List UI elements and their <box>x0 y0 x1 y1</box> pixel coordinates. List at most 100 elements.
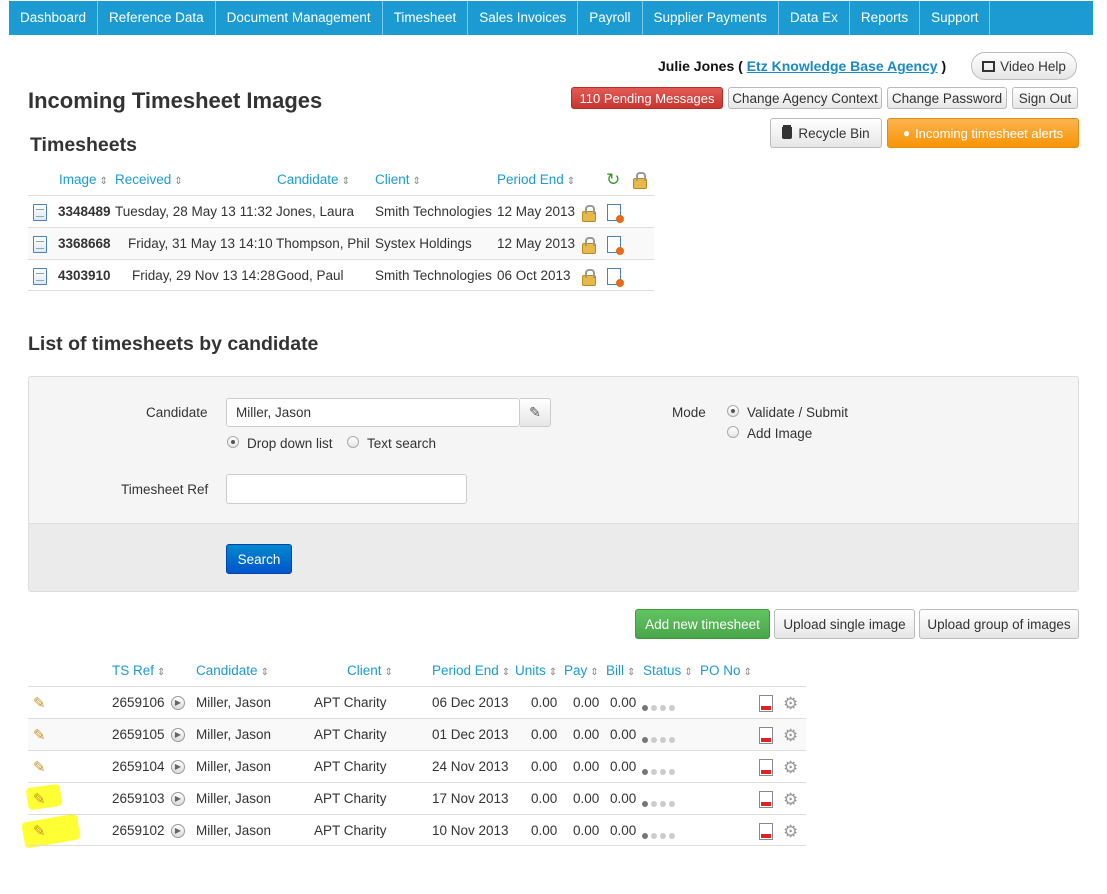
sort-icon: ⇕ <box>384 667 393 678</box>
pencil-icon[interactable]: ✎ <box>33 728 46 743</box>
col-candidate[interactable]: Candidate ⇕ <box>196 663 269 678</box>
table-row: ✎ 2659105 ▶ Miller, Jason APT Charity 01… <box>28 718 806 750</box>
document-delete-icon[interactable] <box>607 268 624 287</box>
play-icon[interactable]: ▶ <box>171 792 185 806</box>
pending-messages-button[interactable]: 110 Pending Messages <box>571 87 723 109</box>
pdf-icon[interactable] <box>759 823 773 840</box>
nav-reports[interactable]: Reports <box>850 1 921 35</box>
play-icon[interactable]: ▶ <box>171 696 185 710</box>
document-icon <box>33 268 47 285</box>
pay-cell: 0.00 <box>573 727 600 742</box>
candidate-field[interactable]: Miller, Jason <box>226 398 520 427</box>
nav-data-ex[interactable]: Data Ex <box>779 1 850 35</box>
image-link[interactable]: 3368668 <box>58 236 111 251</box>
period-end-cell: 17 Nov 2013 <box>432 791 509 806</box>
nav-reference-data[interactable]: Reference Data <box>98 1 216 35</box>
col-units[interactable]: Units ⇕ <box>515 663 557 678</box>
image-link[interactable]: 3348489 <box>58 204 111 219</box>
search-panel: Candidate Miller, Jason ✎ Drop down list… <box>28 376 1079 592</box>
bill-cell: 0.00 <box>610 791 637 806</box>
col-image[interactable]: Image ⇕ <box>59 172 108 187</box>
client-cell: APT Charity <box>314 823 387 838</box>
recycle-bin-button[interactable]: Recycle Bin <box>770 118 882 148</box>
upload-single-image-button[interactable]: Upload single image <box>774 609 915 639</box>
nav-supplier-payments[interactable]: Supplier Payments <box>643 1 779 35</box>
candidate-cell: Miller, Jason <box>196 759 272 774</box>
col-bill[interactable]: Bill ⇕ <box>606 663 635 678</box>
candidate-cell: Miller, Jason <box>196 791 272 806</box>
sort-icon: ⇕ <box>260 667 269 678</box>
col-client[interactable]: Client ⇕ <box>347 663 393 678</box>
nav-dashboard[interactable]: Dashboard <box>9 1 99 35</box>
nav-sales-invoices[interactable]: Sales Invoices <box>468 1 579 35</box>
video-help-button[interactable]: Video Help <box>971 52 1077 80</box>
sign-out-button[interactable]: Sign Out <box>1012 87 1078 109</box>
col-client[interactable]: Client ⇕ <box>375 172 421 187</box>
gear-icon[interactable]: ⚙ <box>783 759 798 776</box>
validate-submit-radio[interactable] <box>727 405 739 417</box>
timesheet-ref-label: Timesheet Ref <box>121 482 209 497</box>
incoming-alerts-button[interactable]: ● Incoming timesheet alerts <box>887 118 1079 148</box>
lock-icon[interactable] <box>633 172 647 189</box>
video-help-label: Video Help <box>1000 58 1066 74</box>
bill-cell: 0.00 <box>610 759 637 774</box>
upload-group-images-button[interactable]: Upload group of images <box>919 609 1079 639</box>
lock-icon[interactable] <box>582 237 596 254</box>
play-icon[interactable]: ▶ <box>171 824 185 838</box>
pencil-icon[interactable]: ✎ <box>33 792 46 807</box>
nav-document-management[interactable]: Document Management <box>216 1 383 35</box>
lock-icon[interactable] <box>582 205 596 222</box>
pdf-icon[interactable] <box>759 759 773 776</box>
col-received[interactable]: Received ⇕ <box>115 172 183 187</box>
nav-payroll[interactable]: Payroll <box>578 1 643 35</box>
pdf-icon[interactable] <box>759 727 773 744</box>
search-button[interactable]: Search <box>226 544 292 574</box>
refresh-icon[interactable]: ↻ <box>606 171 620 188</box>
status-indicator <box>642 827 684 839</box>
pencil-icon[interactable]: ✎ <box>33 824 46 839</box>
document-delete-icon[interactable] <box>607 204 624 223</box>
col-client-label: Client <box>375 172 410 187</box>
play-icon[interactable]: ▶ <box>171 728 185 742</box>
gear-icon[interactable]: ⚙ <box>783 727 798 744</box>
play-icon[interactable]: ▶ <box>171 760 185 774</box>
top-navigation: Dashboard Reference Data Document Manage… <box>9 1 1093 35</box>
nav-timesheet[interactable]: Timesheet <box>383 1 469 35</box>
col-pay[interactable]: Pay ⇕ <box>564 663 599 678</box>
add-image-radio[interactable] <box>727 426 739 438</box>
add-image-label: Add Image <box>747 426 813 441</box>
image-link[interactable]: 4303910 <box>58 268 111 283</box>
page-title: Incoming Timesheet Images <box>28 88 323 113</box>
col-period-end[interactable]: Period End ⇕ <box>497 172 575 187</box>
dropdown-list-radio[interactable] <box>227 436 239 448</box>
pencil-icon[interactable]: ✎ <box>33 696 46 711</box>
document-delete-icon[interactable] <box>607 236 624 255</box>
gear-icon[interactable]: ⚙ <box>783 791 798 808</box>
col-po-no[interactable]: PO No ⇕ <box>700 663 752 678</box>
timesheet-ref-field[interactable] <box>226 474 467 504</box>
validate-submit-label: Validate / Submit <box>747 405 849 420</box>
lock-icon[interactable] <box>582 269 596 286</box>
col-ts-ref[interactable]: TS Ref ⇕ <box>112 663 165 678</box>
text-search-radio[interactable] <box>347 436 359 448</box>
edit-pencil-button[interactable]: ✎ <box>520 398 551 427</box>
col-candidate[interactable]: Candidate ⇕ <box>277 172 350 187</box>
user-info: Julie Jones ( Etz Knowledge Base Agency … <box>658 58 946 74</box>
agency-link[interactable]: Etz Knowledge Base Agency <box>747 58 938 74</box>
nav-support[interactable]: Support <box>920 1 991 35</box>
pencil-icon[interactable]: ✎ <box>33 760 46 775</box>
col-status[interactable]: Status ⇕ <box>643 663 693 678</box>
pdf-icon[interactable] <box>759 791 773 808</box>
user-name: Julie Jones <box>658 58 735 74</box>
change-password-button[interactable]: Change Password <box>887 87 1007 109</box>
gear-icon[interactable]: ⚙ <box>783 695 798 712</box>
paren-close: ) <box>941 58 947 74</box>
add-new-timesheet-button[interactable]: Add new timesheet <box>635 609 770 639</box>
pdf-icon[interactable] <box>759 695 773 712</box>
gear-icon[interactable]: ⚙ <box>783 823 798 840</box>
col-period-end[interactable]: Period End ⇕ <box>432 663 510 678</box>
pay-cell: 0.00 <box>573 695 600 710</box>
change-agency-button[interactable]: Change Agency Context <box>728 87 882 109</box>
units-cell: 0.00 <box>531 791 558 806</box>
bill-cell: 0.00 <box>610 727 637 742</box>
